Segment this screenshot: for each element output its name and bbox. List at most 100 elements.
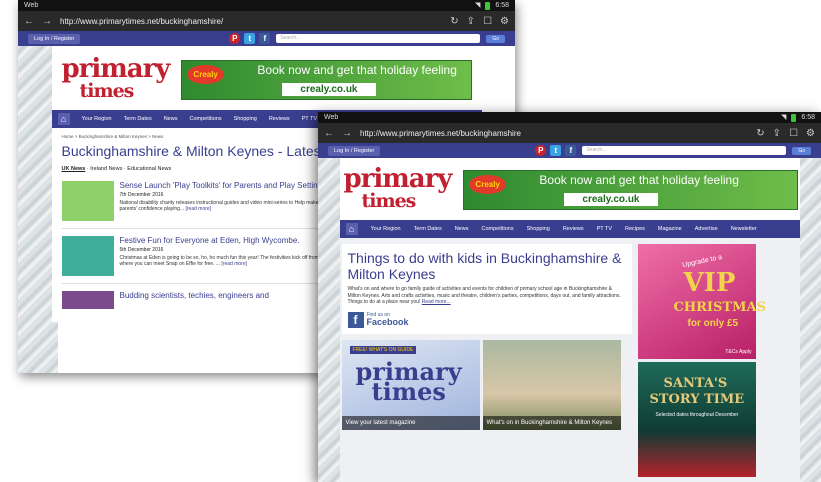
banner-tagline: Book now and get that holiday feeling [257,63,457,77]
nav-item-term-dates[interactable]: Term Dates [414,226,442,232]
search-input[interactable]: Search... [276,34,481,43]
read-more-link[interactable]: [read more] [186,206,212,212]
settings-icon[interactable]: ⚙ [500,16,509,27]
santas-story-time-ad[interactable]: SANTA'S STORY TIME Selected dates throug… [637,362,756,477]
pinterest-icon[interactable]: P [535,145,547,156]
bookmark-icon[interactable]: ☐ [483,16,492,27]
crealy-badge: Crealy [469,175,506,194]
article-title[interactable]: Budding scientists, techies, engineers a… [120,291,269,300]
settings-icon[interactable]: ⚙ [806,128,815,139]
main-content: Things to do with kids in Buckinghamshir… [339,238,800,482]
magazine-badge: FREE! WHAT'S ON GUIDE [349,345,417,354]
magazine-caption: View your latest magazine [341,415,480,430]
filter-uk-news[interactable]: UK News [62,166,86,172]
whats-on-tile[interactable]: What's on in Buckinghamshire & Milton Ke… [482,339,621,430]
nav-item-your-region[interactable]: Your Region [82,116,112,122]
status-time: 6:58 [495,2,509,9]
magazine-tile[interactable]: FREE! WHAT'S ON GUIDE primary times View … [341,339,480,430]
nav-item-news[interactable]: News [164,116,178,122]
nav-item-magazine[interactable]: Magazine [658,226,682,232]
home-icon[interactable]: ⌂ [57,113,70,125]
crealy-badge: Crealy [187,65,224,84]
ad-dates-text: Selected dates throughout December [655,412,739,418]
magazine-cover-logo: primary times [356,359,462,403]
nav-item-your-region[interactable]: Your Region [371,226,401,232]
url-field[interactable]: http://www.primarytimes.net/buckinghamsh… [60,17,442,26]
facebook-link[interactable]: f Find us on Facebook [347,311,626,328]
nav-item-recipes[interactable]: Recipes [625,226,645,232]
search-go-button[interactable]: Go [486,34,505,43]
article-thumbnail[interactable] [61,181,114,221]
read-more-link[interactable]: [read more] [221,261,247,267]
ad-santas-text: SANTA'S [663,376,728,391]
refresh-icon[interactable]: ↻ [756,128,764,139]
social-links: P t f [229,33,271,44]
share-icon[interactable]: ⇪ [773,128,781,139]
bookmark-icon[interactable]: ☐ [789,128,798,139]
pinterest-icon[interactable]: P [229,33,241,44]
forward-arrow-icon[interactable]: → [342,128,352,139]
feature-column: Things to do with kids in Buckinghamshir… [341,244,632,477]
twitter-icon[interactable]: t [550,145,562,156]
forward-arrow-icon[interactable]: → [42,16,52,27]
filter-educational-news[interactable]: Educational News [127,166,171,172]
nav-item-competitions[interactable]: Competitions [189,116,221,122]
twitter-icon[interactable]: t [244,33,256,44]
vip-christmas-ad[interactable]: Upgrade to a VIP CHRISTMAS for only £5 T… [637,244,766,359]
facebook-icon[interactable]: f [565,145,577,156]
url-field[interactable]: http://www.primarytimes.net/buckinghamsh… [360,129,748,138]
main-nav: ⌂ Your Region Term Dates News Competitio… [339,220,800,238]
crealy-banner-ad[interactable]: Crealy Book now and get that holiday fee… [181,60,472,100]
search-input[interactable]: Search... [582,146,787,155]
battery-icon [791,113,797,122]
sidebar-ads: Upgrade to a VIP CHRISTMAS for only £5 T… [637,244,766,477]
primary-times-logo[interactable]: primary times [62,56,171,102]
whats-on-caption: What's on in Buckinghamshire & Milton Ke… [482,415,621,430]
home-icon[interactable]: ⌂ [345,223,358,235]
article-thumbnail[interactable] [61,236,114,276]
feature-title: Things to do with kids in Buckinghamshir… [347,250,622,282]
nav-item-newsletter[interactable]: Newsletter [731,226,757,232]
login-register-button[interactable]: Log In / Register [328,145,381,156]
nav-item-term-dates[interactable]: Term Dates [124,116,152,122]
site-header: primary times Crealy Book now and get tha… [52,46,482,110]
feature-description: What's on and where to go family guide o… [347,286,621,305]
facebook-label: Facebook [366,317,409,327]
site-header: primary times Crealy Book now and get tha… [340,158,800,220]
back-arrow-icon[interactable]: ← [24,16,34,27]
primary-times-logo[interactable]: primary times [344,166,453,212]
filter-ireland-news[interactable]: Ireland News [90,166,122,172]
nav-item-advertise[interactable]: Advertise [695,226,718,232]
nav-item-shopping[interactable]: Shopping [234,116,257,122]
nav-item-shopping[interactable]: Shopping [527,226,550,232]
banner-url: crealy.co.uk [564,193,658,206]
site-topbar: Log In / Register P t f Search... Go [18,31,515,46]
magazine-logo-times: times [371,376,446,406]
nav-item-pt-tv[interactable]: PT TV [597,226,612,232]
ad-story-time-text: STORY TIME [649,392,745,407]
social-links: P t f [535,145,577,156]
login-register-button[interactable]: Log In / Register [28,33,81,44]
facebook-icon: f [347,311,364,328]
nav-item-reviews[interactable]: Reviews [269,116,290,122]
nav-item-news[interactable]: News [455,226,469,232]
battery-icon [485,1,491,10]
banner-url: crealy.co.uk [282,83,376,96]
read-more-link[interactable]: Read more... [422,299,451,305]
nav-item-pt-tv[interactable]: PT TV [302,116,317,122]
status-bar: Web ◥ 6:58 [318,112,821,123]
site-page: primary times Crealy Book now and get tha… [339,158,800,482]
browser-toolbar: ← → http://www.primarytimes.net/buckingh… [318,123,821,143]
browser-toolbar: ← → http://www.primarytimes.net/buckingh… [18,11,515,31]
facebook-icon[interactable]: f [259,33,271,44]
refresh-icon[interactable]: ↻ [450,16,458,27]
article-thumbnail[interactable] [61,291,114,309]
share-icon[interactable]: ⇪ [467,16,475,27]
search-go-button[interactable]: Go [792,146,811,155]
intro-card: Things to do with kids in Buckinghamshir… [341,244,632,334]
nav-item-competitions[interactable]: Competitions [481,226,513,232]
status-time: 6:58 [801,114,815,121]
back-arrow-icon[interactable]: ← [324,128,334,139]
nav-item-reviews[interactable]: Reviews [563,226,584,232]
crealy-banner-ad[interactable]: Crealy Book now and get that holiday fee… [463,170,798,210]
